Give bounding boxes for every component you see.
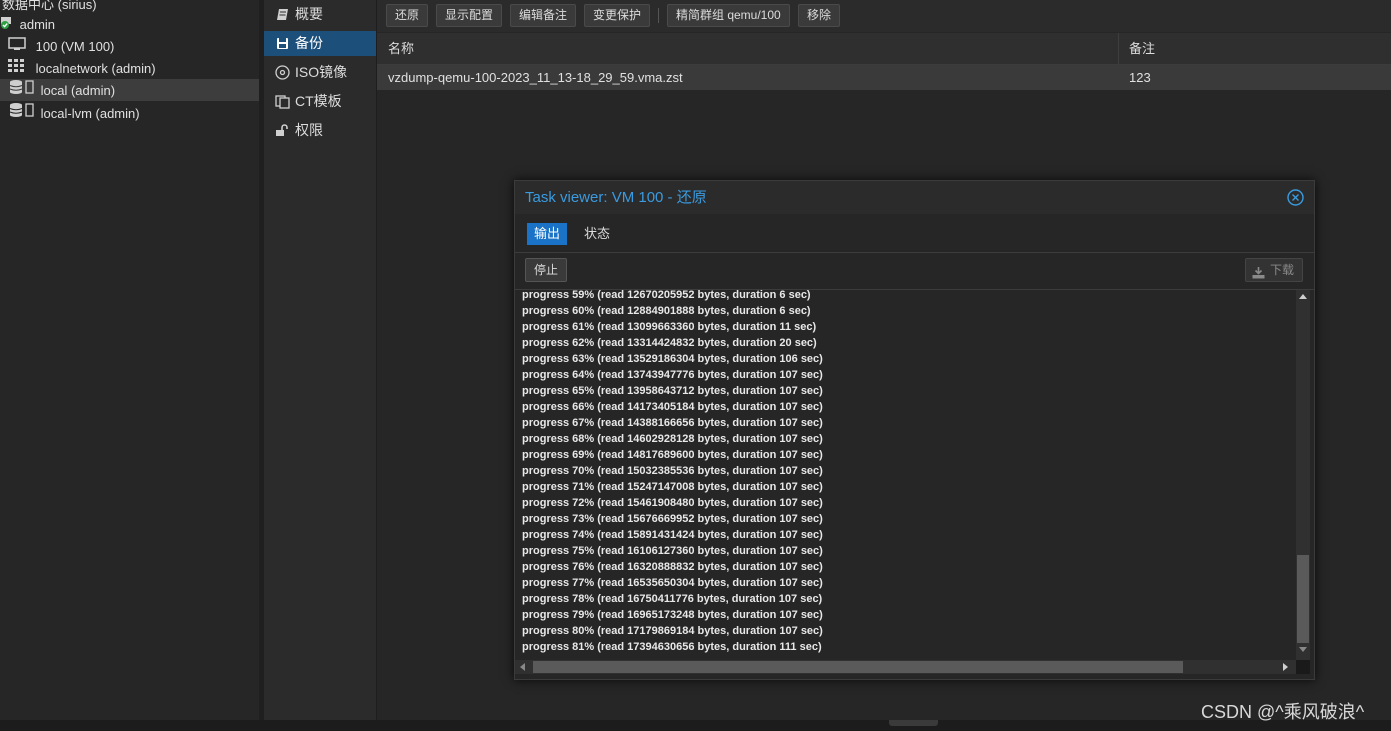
log-line: progress 74% (read 15891431424 bytes, du…: [522, 529, 823, 541]
log-line: progress 66% (read 14173405184 bytes, du…: [522, 401, 823, 413]
prune-group-button[interactable]: 精简群组 qemu/100: [667, 4, 790, 27]
log-line: progress 77% (read 16535650304 bytes, du…: [522, 577, 823, 589]
horizontal-scrollbar[interactable]: [515, 660, 1296, 674]
nav-item-label: 备份: [295, 35, 323, 51]
table-row[interactable]: vzdump-qemu-100-2023_11_13-18_29_59.vma.…: [377, 65, 1391, 90]
nav-item-label: ISO镜像: [295, 64, 348, 80]
scroll-down-icon[interactable]: [1299, 647, 1307, 652]
task-log-output[interactable]: progress 59% (read 12670205952 bytes, du…: [515, 290, 1296, 660]
scrollbar-corner: [1296, 660, 1310, 674]
log-line: progress 73% (read 15676669952 bytes, du…: [522, 513, 823, 525]
nav-item-iso[interactable]: ISO镜像: [264, 60, 376, 85]
copy-icon: [274, 89, 290, 114]
log-line: progress 80% (read 17179869184 bytes, du…: [522, 625, 823, 637]
nav-item-permissions[interactable]: 权限: [264, 118, 376, 143]
tree-item-local[interactable]: local (admin): [0, 79, 259, 101]
vertical-scrollbar[interactable]: [1296, 290, 1310, 660]
column-header-name[interactable]: 名称: [388, 33, 414, 64]
tree-item-network[interactable]: localnetwork (admin): [0, 57, 259, 79]
grid-icon: [8, 58, 24, 80]
log-line: progress 68% (read 14602928128 bytes, du…: [522, 433, 823, 445]
log-line: progress 69% (read 14817689600 bytes, du…: [522, 449, 823, 461]
log-line: progress 71% (read 15247147008 bytes, du…: [522, 481, 823, 493]
show-config-button[interactable]: 显示配置: [436, 4, 503, 27]
log-line: progress 70% (read 15032385536 bytes, du…: [522, 465, 823, 477]
tree-item-vm[interactable]: 100 (VM 100): [0, 35, 259, 57]
toolbar-separator: [658, 8, 659, 23]
tree-item-label: 100 (VM 100): [35, 38, 115, 54]
dialog-title: Task viewer: VM 100 - 还原: [525, 189, 707, 206]
restore-button[interactable]: 还原: [386, 4, 429, 27]
toolbar: 还原 显示配置 编辑备注 变更保护 精简群组 qemu/100 移除: [377, 0, 1391, 32]
log-line: progress 60% (read 12884901888 bytes, du…: [522, 305, 811, 317]
scroll-up-icon[interactable]: [1299, 294, 1307, 299]
node-online-icon: [0, 14, 14, 36]
tab-status[interactable]: 状态: [577, 223, 617, 245]
remove-button[interactable]: 移除: [798, 4, 841, 27]
tree-item-label: local (admin): [40, 82, 116, 98]
edit-notes-button[interactable]: 编辑备注: [510, 4, 577, 27]
log-line: progress 81% (read 17394630656 bytes, du…: [522, 641, 822, 653]
nav-item-ct-templates[interactable]: CT模板: [264, 89, 376, 114]
floppy-icon: [274, 31, 290, 56]
scroll-left-icon[interactable]: [520, 663, 525, 671]
column-separator[interactable]: [1118, 33, 1119, 64]
log-line: progress 75% (read 16106127360 bytes, du…: [522, 545, 823, 557]
log-line: progress 62% (read 13314424832 bytes, du…: [522, 337, 817, 349]
close-icon[interactable]: [1287, 189, 1304, 206]
scroll-thumb[interactable]: [533, 661, 1183, 673]
log-line: progress 64% (read 13743947776 bytes, du…: [522, 369, 823, 381]
dialog-header[interactable]: Task viewer: VM 100 - 还原: [515, 181, 1314, 214]
disc-icon: [274, 60, 290, 85]
download-icon: [1252, 264, 1265, 279]
log-line: progress 65% (read 13958643712 bytes, du…: [522, 385, 823, 397]
log-line: progress 61% (read 13099663360 bytes, du…: [522, 321, 817, 333]
scroll-thumb[interactable]: [1297, 555, 1309, 643]
log-line: progress 63% (read 13529186304 bytes, du…: [522, 353, 823, 365]
tree-item-local-lvm[interactable]: local-lvm (admin): [0, 102, 259, 124]
nav-item-label: 权限: [295, 122, 323, 138]
grid-header: 名称 备注: [377, 33, 1391, 65]
log-line: progress 72% (read 15461908480 bytes, du…: [522, 497, 823, 509]
task-viewer-dialog: Task viewer: VM 100 - 还原 输出 状态 停止 下载 pro…: [514, 180, 1315, 680]
unlock-icon: [274, 118, 290, 143]
resource-tree: 数据中心 (sirius) admin 100 (VM 100) localne…: [0, 0, 260, 720]
tree-item-label: admin: [19, 16, 56, 32]
log-line: progress 79% (read 16965173248 bytes, du…: [522, 609, 823, 621]
book-icon: [274, 2, 290, 27]
nav-item-backup[interactable]: 备份: [264, 31, 376, 56]
log-line: progress 78% (read 16750411776 bytes, du…: [522, 593, 823, 605]
tree-item-node[interactable]: admin: [0, 13, 259, 35]
storage-nav: 概要 备份 ISO镜像 CT模板 权限: [264, 0, 377, 720]
change-protection-button[interactable]: 变更保护: [584, 4, 651, 27]
bottom-bar: [0, 720, 1391, 731]
log-line: progress 59% (read 12670205952 bytes, du…: [522, 290, 811, 301]
watermark: CSDN @^乘风破浪^: [1201, 702, 1365, 722]
tree-item-label: 数据中心 (sirius): [2, 0, 97, 12]
log-line: progress 67% (read 14388166656 bytes, du…: [522, 417, 823, 429]
monitor-icon: [8, 36, 26, 58]
scroll-right-icon[interactable]: [1283, 663, 1288, 671]
backup-name-cell: vzdump-qemu-100-2023_11_13-18_29_59.vma.…: [388, 70, 683, 85]
tree-item-label: localnetwork (admin): [35, 60, 156, 76]
column-header-notes[interactable]: 备注: [1129, 33, 1155, 64]
dialog-tabs: 输出 状态: [515, 215, 1314, 253]
backup-notes-cell: 123: [1129, 70, 1151, 85]
stop-button[interactable]: 停止: [525, 258, 568, 282]
nav-item-label: CT模板: [295, 93, 342, 109]
tree-item-label: local-lvm (admin): [40, 105, 140, 121]
nav-item-label: 概要: [295, 6, 323, 22]
dialog-toolbar: 停止 下载: [515, 253, 1314, 290]
log-panel-collapse-handle[interactable]: [889, 720, 938, 726]
nav-item-summary[interactable]: 概要: [264, 2, 376, 27]
tab-output[interactable]: 输出: [527, 223, 568, 245]
download-label: 下载: [1270, 263, 1295, 277]
database-icon: [9, 79, 35, 102]
log-line: progress 76% (read 16320888832 bytes, du…: [522, 561, 823, 573]
download-button[interactable]: 下载: [1245, 258, 1303, 282]
database-icon: [9, 102, 35, 125]
